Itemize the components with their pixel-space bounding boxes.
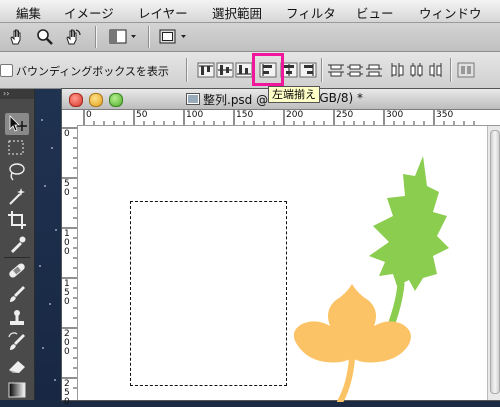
eraser-tool-icon[interactable]	[5, 355, 29, 377]
ruler-label: 0	[64, 129, 70, 139]
distribute-right-edges-button[interactable]	[427, 62, 445, 78]
ruler-label: 350	[436, 110, 454, 120]
ruler-label: 5 0	[64, 179, 70, 198]
menu-select[interactable]: 選択範囲	[212, 3, 262, 22]
ruler-label: 300	[386, 110, 404, 120]
ruler-label: 100	[186, 110, 204, 120]
distribute-left-edges-button[interactable]	[389, 62, 407, 78]
separator	[186, 58, 187, 82]
screen-mode-icon[interactable]	[158, 29, 188, 48]
separator	[148, 26, 149, 48]
canvas[interactable]	[78, 126, 487, 402]
menu-image[interactable]: イメージ	[64, 3, 114, 22]
align-top-edges-button[interactable]	[197, 62, 215, 78]
vertical-scrollbar[interactable]	[487, 126, 500, 400]
document-window: 整列.psd @ RGB/8) * 0 50 100 150 200 250 3…	[62, 89, 500, 407]
history-brush-tool-icon[interactable]	[5, 331, 29, 353]
auto-align-layers-button[interactable]	[457, 62, 475, 78]
tooltip: 左端揃え	[268, 86, 320, 103]
distribute-bottom-edges-button[interactable]	[365, 62, 383, 78]
menu-filter[interactable]: フィルタ	[286, 3, 336, 22]
arrange-documents-icon[interactable]	[109, 29, 137, 48]
ruler-label: 1 5 0	[64, 279, 70, 307]
menu-bar: 編集 イメージ レイヤー 選択範囲 フィルタ ビュー ウィンドウ	[0, 0, 500, 23]
tools-panel: ››	[0, 89, 35, 400]
gradient-tool-icon[interactable]	[5, 379, 29, 401]
rectangular-selection[interactable]	[130, 201, 287, 386]
brush-tool-icon[interactable]	[5, 283, 29, 305]
bounding-box-checkbox[interactable]	[0, 64, 13, 77]
application-bar	[0, 23, 500, 52]
orange-leaf-shape[interactable]	[286, 284, 426, 402]
move-tool-icon[interactable]	[5, 113, 29, 135]
vertical-ruler: 0 5 0 1 0 0 1 5 0 2 0 0 2 5 0	[62, 125, 78, 407]
menu-edit[interactable]: 編集	[16, 3, 41, 22]
ruler-label: 200	[286, 110, 304, 120]
clone-stamp-tool-icon[interactable]	[5, 307, 29, 329]
menu-window[interactable]: ウィンドウ	[419, 3, 482, 22]
marquee-tool-icon[interactable]	[5, 137, 29, 159]
button-highlight-frame	[252, 53, 284, 86]
ruler-label: 150	[236, 110, 254, 120]
distribute-top-edges-button[interactable]	[327, 62, 345, 78]
crop-tool-icon[interactable]	[5, 209, 29, 231]
hand-tool-icon[interactable]	[8, 28, 26, 49]
ruler-label: 50	[136, 110, 148, 120]
zoom-tool-icon[interactable]	[36, 28, 54, 49]
zoom-window-button[interactable]	[109, 93, 123, 107]
separator	[321, 58, 322, 82]
menu-view[interactable]: ビュー	[356, 3, 394, 22]
options-bar: バウンディングボックスを表示	[0, 52, 500, 89]
horizontal-ruler: 0 50 100 150 200 250 300 350	[62, 110, 500, 126]
eyedropper-tool-icon[interactable]	[5, 233, 29, 255]
distribute-vertical-centers-button[interactable]	[346, 62, 364, 78]
ruler-label: 2 0 0	[64, 329, 70, 357]
minimize-window-button[interactable]	[89, 93, 103, 107]
ruler-label: 1 0 0	[64, 229, 70, 257]
ruler-label: 2 5 0	[64, 379, 70, 407]
lasso-tool-icon[interactable]	[5, 161, 29, 183]
separator	[450, 58, 451, 82]
bounding-box-label: バウンディングボックスを表示	[16, 65, 169, 78]
panel-collapse-icon[interactable]: ››	[0, 89, 34, 99]
magic-wand-tool-icon[interactable]	[5, 185, 29, 207]
rotate-view-icon[interactable]	[63, 27, 83, 50]
ruler-label: 0	[86, 110, 92, 120]
document-file-icon	[186, 93, 200, 108]
close-window-button[interactable]	[69, 93, 83, 107]
scrollbar-thumb[interactable]	[490, 130, 500, 394]
align-bottom-edges-button[interactable]	[235, 62, 253, 78]
workspace-background	[35, 89, 62, 400]
document-title: 整列.psd @	[203, 93, 269, 107]
align-vertical-centers-button[interactable]	[216, 62, 234, 78]
separator	[95, 26, 96, 48]
healing-brush-tool-icon[interactable]	[5, 259, 29, 281]
distribute-horizontal-centers-button[interactable]	[408, 62, 426, 78]
ruler-label: 250	[336, 110, 354, 120]
align-right-edges-button[interactable]	[299, 62, 317, 78]
menu-layer[interactable]: レイヤー	[138, 3, 188, 22]
